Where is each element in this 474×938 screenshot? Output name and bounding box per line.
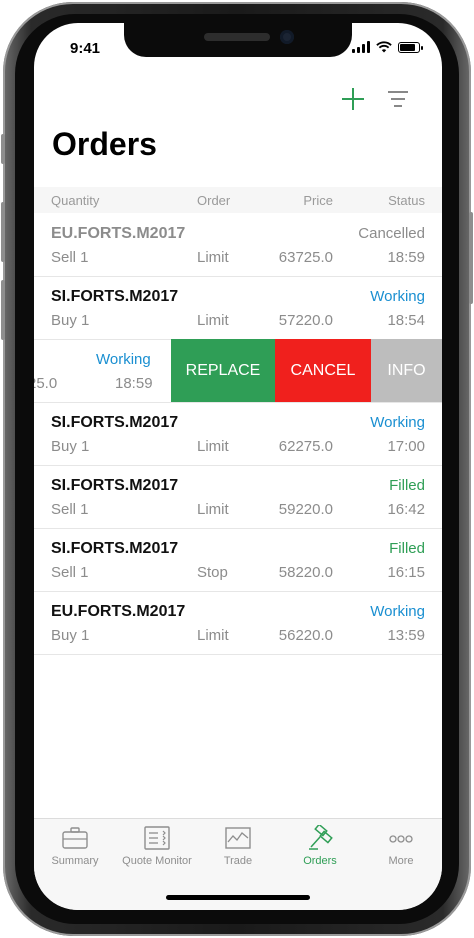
order-type: Limit [197, 438, 229, 455]
swiped-order-row[interactable]: Working 25.0 18:59 REPLACE CANCEL INFO [34, 339, 442, 403]
order-status: Working [370, 603, 425, 620]
order-time: 18:54 [387, 312, 425, 329]
order-status: Working [370, 288, 425, 305]
order-status: Working [370, 414, 425, 431]
add-order-button[interactable] [340, 86, 366, 112]
status-time: 9:41 [70, 40, 101, 57]
order-price: 56220.0 [278, 627, 333, 644]
mute-switch [1, 134, 5, 164]
order-row[interactable]: SI.FORTS.M2017 Filled Sell 1 Stop 58220.… [34, 528, 442, 592]
order-price: 59220.0 [278, 501, 333, 518]
order-time: 16:42 [387, 501, 425, 518]
tab-label: Orders [303, 855, 337, 867]
order-row[interactable]: EU.FORTS.M2017 Cancelled Sell 1 Limit 63… [34, 213, 442, 277]
order-price: 57220.0 [278, 312, 333, 329]
header-status: Status [388, 193, 425, 208]
page-title: Orders [52, 126, 157, 162]
quote-list-icon [143, 825, 171, 851]
order-time: 13:59 [387, 627, 425, 644]
tab-orders[interactable]: Orders [280, 823, 360, 867]
briefcase-icon [61, 825, 89, 851]
tab-label: Quote Monitor [122, 855, 192, 867]
home-indicator[interactable] [166, 895, 310, 900]
order-status: Cancelled [358, 225, 425, 242]
info-button[interactable]: INFO [371, 339, 442, 402]
signal-icon [352, 41, 370, 53]
order-quantity: Buy 1 [51, 627, 90, 644]
order-price: 58220.0 [278, 564, 333, 581]
table-header: Quantity Order Price Status [34, 187, 442, 213]
chart-icon [224, 825, 252, 851]
tab-label: More [388, 855, 414, 867]
tab-trade[interactable]: Trade [198, 825, 278, 867]
order-time: 16:15 [387, 564, 425, 581]
order-type: Limit [197, 627, 229, 644]
cancel-button[interactable]: CANCEL [275, 339, 371, 402]
speaker [204, 33, 270, 41]
order-symbol: SI.FORTS.M2017 [51, 540, 179, 557]
order-time: 18:59 [387, 249, 425, 266]
screen: 9:41 Orders Quantity Order Price Status … [34, 23, 442, 910]
header-order: Order [197, 193, 231, 208]
replace-button[interactable]: REPLACE [171, 339, 275, 402]
order-row[interactable]: SI.FORTS.M2017 Filled Sell 1 Limit 59220… [34, 465, 442, 529]
gavel-icon [306, 823, 334, 851]
wifi-icon [376, 41, 392, 53]
order-quantity: Sell 1 [51, 564, 89, 581]
order-quantity: Sell 1 [51, 501, 89, 518]
status-icons [352, 41, 423, 53]
order-type: Stop [197, 564, 228, 581]
order-price: 62275.0 [278, 438, 333, 455]
order-price: 63725.0 [278, 249, 333, 266]
order-symbol: EU.FORTS.M2017 [51, 603, 186, 620]
order-symbol: SI.FORTS.M2017 [51, 414, 179, 431]
order-symbol: SI.FORTS.M2017 [51, 477, 179, 494]
tab-more[interactable]: More [361, 825, 441, 867]
order-status: Working [96, 351, 151, 368]
tab-label: Trade [223, 855, 253, 867]
header-price: Price [303, 193, 333, 208]
order-status: Filled [389, 540, 425, 557]
order-row[interactable]: EU.FORTS.M2017 Working Buy 1 Limit 56220… [34, 591, 442, 655]
order-type: Limit [197, 501, 229, 518]
tab-label: Summary [51, 855, 99, 867]
camera [280, 30, 294, 44]
order-type: Limit [197, 312, 229, 329]
more-dots-icon [387, 825, 415, 851]
order-time: 18:59 [115, 375, 153, 392]
order-time: 17:00 [387, 438, 425, 455]
order-status: Filled [389, 477, 425, 494]
order-price-partial: 25.0 [34, 375, 58, 392]
order-type: Limit [197, 249, 229, 266]
volume-up-button [1, 202, 5, 262]
order-quantity: Sell 1 [51, 249, 89, 266]
header-quantity: Quantity [51, 193, 100, 208]
tab-summary[interactable]: Summary [35, 825, 115, 867]
order-symbol: SI.FORTS.M2017 [51, 288, 179, 305]
order-quantity: Buy 1 [51, 438, 90, 455]
tab-quote-monitor[interactable]: Quote Monitor [117, 825, 197, 867]
order-quantity: Buy 1 [51, 312, 90, 329]
battery-icon [398, 41, 423, 53]
order-row[interactable]: SI.FORTS.M2017 Working Buy 1 Limit 62275… [34, 402, 442, 466]
filter-button[interactable] [386, 90, 410, 108]
power-button [469, 212, 473, 304]
order-symbol: EU.FORTS.M2017 [51, 225, 186, 242]
volume-down-button [1, 280, 5, 340]
order-row[interactable]: SI.FORTS.M2017 Working Buy 1 Limit 57220… [34, 276, 442, 340]
notch [124, 23, 352, 57]
